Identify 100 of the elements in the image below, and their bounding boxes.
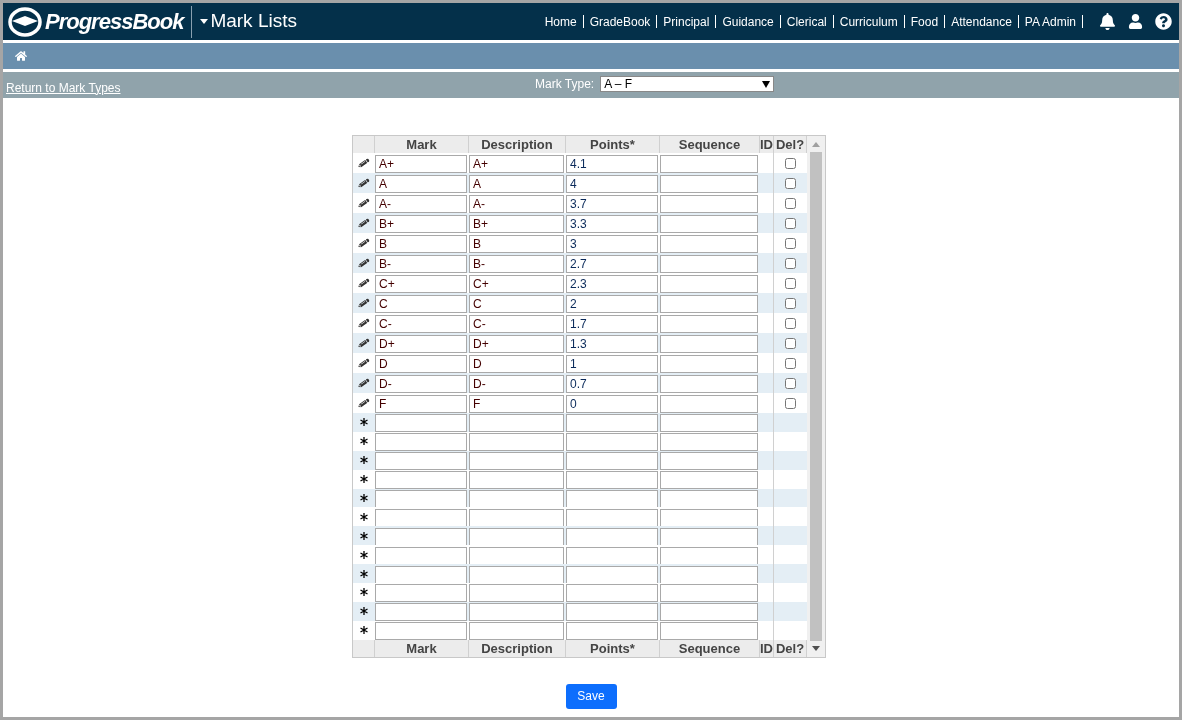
edit-pencil-icon[interactable] xyxy=(358,277,370,289)
text-field[interactable]: D xyxy=(469,355,564,373)
text-field[interactable]: 0 xyxy=(566,395,658,413)
text-field[interactable] xyxy=(660,490,758,508)
edit-pencil-icon[interactable] xyxy=(358,157,370,169)
scrollbar[interactable] xyxy=(807,136,825,657)
text-field[interactable] xyxy=(660,235,758,253)
edit-pencil-icon[interactable] xyxy=(358,357,370,369)
text-field[interactable]: B- xyxy=(375,255,467,273)
text-field[interactable] xyxy=(566,603,658,622)
text-field[interactable] xyxy=(375,490,467,508)
delete-checkbox[interactable] xyxy=(785,257,796,269)
text-field[interactable]: D+ xyxy=(375,335,467,353)
text-field[interactable] xyxy=(660,414,758,433)
delete-checkbox[interactable] xyxy=(785,157,796,169)
text-field[interactable]: C- xyxy=(375,315,467,333)
text-field[interactable]: B xyxy=(469,235,564,253)
delete-checkbox[interactable] xyxy=(785,277,796,289)
text-field[interactable]: 3 xyxy=(566,235,658,253)
nav-link[interactable]: Principal xyxy=(661,12,712,31)
text-field[interactable] xyxy=(375,508,467,527)
text-field[interactable]: D+ xyxy=(469,335,564,353)
text-field[interactable]: A+ xyxy=(469,155,564,173)
text-field[interactable] xyxy=(566,546,658,565)
text-field[interactable] xyxy=(469,471,564,490)
text-field[interactable]: 2 xyxy=(566,295,658,313)
edit-pencil-icon[interactable] xyxy=(358,177,370,189)
nav-link[interactable]: Clerical xyxy=(784,12,829,31)
text-field[interactable]: B+ xyxy=(469,215,564,233)
text-field[interactable] xyxy=(469,603,564,622)
text-field[interactable] xyxy=(660,584,758,603)
text-field[interactable]: F xyxy=(375,395,467,413)
text-field[interactable]: D- xyxy=(469,375,564,393)
text-field[interactable] xyxy=(660,255,758,273)
text-field[interactable] xyxy=(469,508,564,527)
text-field[interactable] xyxy=(660,215,758,233)
delete-checkbox[interactable] xyxy=(785,197,796,209)
text-field[interactable] xyxy=(660,355,758,373)
home-icon[interactable] xyxy=(15,50,27,62)
text-field[interactable]: A+ xyxy=(375,155,467,173)
delete-checkbox[interactable] xyxy=(785,317,796,329)
help-icon[interactable] xyxy=(1155,13,1172,30)
text-field[interactable] xyxy=(375,433,467,452)
text-field[interactable]: B- xyxy=(469,255,564,273)
mark-type-dropdown[interactable]: A – F xyxy=(600,76,775,92)
text-field[interactable] xyxy=(375,414,467,433)
text-field[interactable] xyxy=(566,584,658,603)
text-field[interactable] xyxy=(660,433,758,452)
text-field[interactable] xyxy=(660,275,758,293)
text-field[interactable] xyxy=(660,315,758,333)
scroll-down-icon[interactable] xyxy=(812,645,820,651)
edit-pencil-icon[interactable] xyxy=(358,377,370,389)
text-field[interactable] xyxy=(469,433,564,452)
text-field[interactable] xyxy=(469,490,564,508)
text-field[interactable] xyxy=(469,527,564,546)
nav-link[interactable]: GradeBook xyxy=(587,12,653,31)
text-field[interactable] xyxy=(469,546,564,565)
text-field[interactable]: 1 xyxy=(566,355,658,373)
text-field[interactable] xyxy=(660,508,758,527)
text-field[interactable]: 3.7 xyxy=(566,195,658,213)
text-field[interactable] xyxy=(566,452,658,471)
text-field[interactable] xyxy=(375,546,467,565)
text-field[interactable]: 2.7 xyxy=(566,255,658,273)
edit-pencil-icon[interactable] xyxy=(358,217,370,229)
text-field[interactable]: 2.3 xyxy=(566,275,658,293)
text-field[interactable] xyxy=(660,622,758,641)
text-field[interactable] xyxy=(375,603,467,622)
text-field[interactable] xyxy=(566,565,658,584)
text-field[interactable]: A- xyxy=(375,195,467,213)
nav-link[interactable]: Home xyxy=(542,12,579,31)
edit-pencil-icon[interactable] xyxy=(358,257,370,269)
edit-pencil-icon[interactable] xyxy=(358,197,370,209)
text-field[interactable] xyxy=(660,395,758,413)
text-field[interactable] xyxy=(660,452,758,471)
text-field[interactable]: C xyxy=(375,295,467,313)
text-field[interactable]: 4 xyxy=(566,175,658,193)
nav-link[interactable]: Attendance xyxy=(949,12,1014,31)
text-field[interactable]: 3.3 xyxy=(566,215,658,233)
delete-checkbox[interactable] xyxy=(785,177,796,189)
text-field[interactable] xyxy=(566,490,658,508)
text-field[interactable] xyxy=(566,414,658,433)
edit-pencil-icon[interactable] xyxy=(358,297,370,309)
text-field[interactable] xyxy=(660,375,758,393)
text-field[interactable] xyxy=(566,471,658,490)
edit-pencil-icon[interactable] xyxy=(358,317,370,329)
text-field[interactable]: C- xyxy=(469,315,564,333)
text-field[interactable] xyxy=(566,433,658,452)
delete-checkbox[interactable] xyxy=(785,217,796,229)
delete-checkbox[interactable] xyxy=(785,397,796,409)
text-field[interactable] xyxy=(469,565,564,584)
nav-link[interactable]: Food xyxy=(908,12,941,31)
text-field[interactable]: D xyxy=(375,355,467,373)
text-field[interactable] xyxy=(660,565,758,584)
delete-checkbox[interactable] xyxy=(785,357,796,369)
scroll-up-icon[interactable] xyxy=(812,142,820,147)
delete-checkbox[interactable] xyxy=(785,377,796,389)
nav-link[interactable]: PA Admin xyxy=(1022,12,1078,31)
text-field[interactable] xyxy=(566,622,658,641)
text-field[interactable]: B xyxy=(375,235,467,253)
text-field[interactable] xyxy=(660,195,758,213)
